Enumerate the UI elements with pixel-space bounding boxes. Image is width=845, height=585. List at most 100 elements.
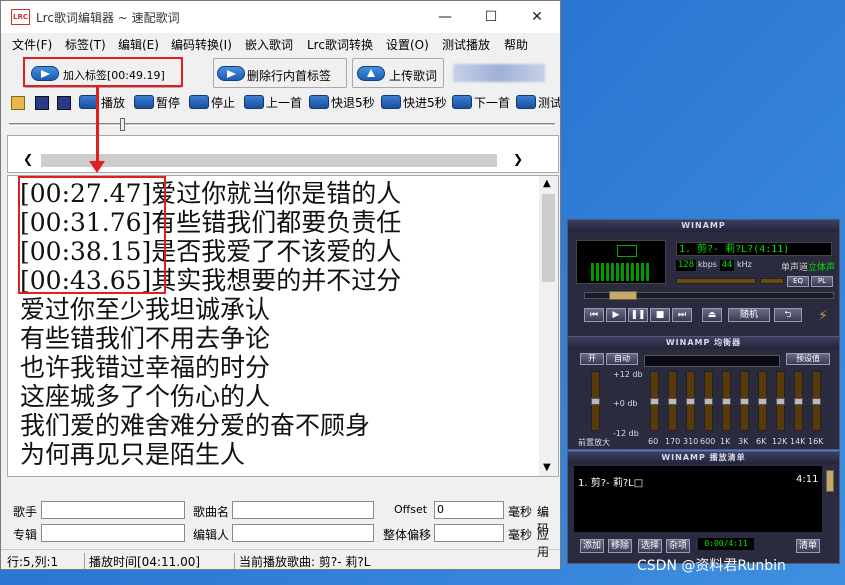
editor-field[interactable]	[232, 524, 374, 542]
eq-band-slider[interactable]	[740, 371, 749, 431]
save-as-icon[interactable]	[57, 96, 71, 110]
delete-tag-button[interactable]: 删除行内首标签	[213, 58, 347, 88]
menu-help[interactable]: 帮助	[504, 36, 528, 53]
eq-band-slider[interactable]	[812, 371, 821, 431]
playlist-area[interactable]: 1. 剪?- 莉?L□ 4:11	[574, 466, 822, 532]
preamp-label: 前置放大	[578, 438, 610, 447]
menu-edit[interactable]: 编辑(E)	[118, 36, 159, 53]
eq-band-label: 1K	[720, 437, 731, 446]
upload-lyrics-button[interactable]: 上传歌词	[352, 58, 444, 88]
overall-offset-label: 整体偏移	[383, 528, 432, 542]
vertical-scroll-thumb[interactable]	[542, 194, 555, 282]
menu-file[interactable]: 文件(F)	[12, 36, 52, 53]
eq-band-slider[interactable]	[668, 371, 677, 431]
lyric-line[interactable]: 这座城多了个伤心的人	[20, 382, 270, 411]
overall-offset-field[interactable]	[434, 524, 504, 542]
playlist-select-button[interactable]: 选择	[638, 539, 662, 553]
eq-band-slider[interactable]	[758, 371, 767, 431]
eq-band-slider[interactable]	[650, 371, 659, 431]
playlist-counter: 0:00/4:11	[698, 538, 754, 550]
stop-button[interactable]: 停止	[189, 94, 235, 112]
horizontal-scroll-thumb[interactable]	[41, 154, 497, 167]
maximize-button[interactable]: ☐	[468, 1, 514, 33]
repeat-button[interactable]: ⮌	[774, 308, 802, 322]
winamp-play-button[interactable]: ▶	[606, 308, 626, 322]
playlist-item[interactable]: 1. 剪?- 莉?L□	[578, 474, 643, 489]
annotation-arrow-line	[96, 87, 99, 162]
rewind-button[interactable]: 快退5秒	[309, 94, 375, 112]
menu-lrc-convert[interactable]: Lrc歌词转换	[307, 36, 373, 53]
winamp-next-button[interactable]: ⏭	[672, 308, 692, 322]
play-button[interactable]: 播放	[79, 94, 125, 112]
lyric-line[interactable]: 为何再见只是陌生人	[20, 440, 245, 469]
winamp-prev-button[interactable]: ⏮	[584, 308, 604, 322]
balance-slider[interactable]	[760, 278, 784, 284]
song-field[interactable]	[232, 501, 374, 519]
close-button[interactable]: ✕	[514, 1, 560, 33]
seek-slider[interactable]	[9, 118, 555, 132]
save-icon[interactable]	[35, 96, 49, 110]
next-button[interactable]: 下一首	[452, 94, 510, 112]
menu-settings[interactable]: 设置(O)	[386, 36, 429, 53]
menu-embed[interactable]: 嵌入歌词	[245, 36, 293, 53]
eq-band-slider[interactable]	[686, 371, 695, 431]
winamp-stop-button[interactable]: ■	[650, 308, 670, 322]
shuffle-button[interactable]: 随机	[728, 308, 770, 322]
menu-test-play[interactable]: 测试播放	[442, 36, 490, 53]
winamp-seek-bar[interactable]	[584, 291, 834, 300]
winamp-seek-thumb[interactable]	[609, 291, 637, 300]
eq-band-slider[interactable]	[704, 371, 713, 431]
winamp-eject-button[interactable]: ⏏	[702, 308, 722, 322]
album-field[interactable]	[41, 524, 185, 542]
title-bar[interactable]: LRC Lrc歌词编辑器 ~ 速配歌词 — ☐ ✕	[1, 1, 560, 33]
winamp-logo-icon[interactable]: ⚡	[818, 308, 828, 324]
open-folder-icon[interactable]	[11, 96, 25, 110]
eq-band-slider[interactable]	[776, 371, 785, 431]
lyric-line[interactable]: 有些错我们不用去争论	[20, 324, 270, 353]
prev-icon	[244, 95, 264, 109]
eq-band-slider[interactable]	[722, 371, 731, 431]
playlist-add-button[interactable]: 添加	[580, 539, 604, 553]
eq-on-button[interactable]: 开	[580, 353, 604, 365]
lyric-line[interactable]: 爱过你至少我坦诚承认	[20, 295, 270, 324]
minimize-button[interactable]: —	[422, 1, 468, 33]
scroll-right-icon[interactable]: ❯	[513, 152, 523, 166]
playlist-misc-button[interactable]: 杂项	[666, 539, 690, 553]
pause-button[interactable]: 暂停	[134, 94, 180, 112]
singer-field[interactable]	[41, 501, 185, 519]
kbps-label: kbps	[698, 260, 717, 269]
winamp-pause-button[interactable]: ❚❚	[628, 308, 648, 322]
playlist-title[interactable]: WINAMP 播放清单	[568, 452, 839, 464]
eq-title[interactable]: WINAMP 均衡器	[568, 337, 839, 349]
scroll-left-icon[interactable]: ❮	[23, 152, 33, 166]
eq-presets-button[interactable]: 预设值	[786, 353, 830, 365]
mono-label: 单声道	[781, 263, 809, 273]
forward-button[interactable]: 快进5秒	[381, 94, 447, 112]
preamp-slider[interactable]	[591, 371, 600, 431]
offset-field[interactable]: 0	[434, 501, 504, 519]
spectrum-bars	[591, 263, 651, 281]
eq-auto-button[interactable]: 自动	[606, 353, 638, 365]
prev-button[interactable]: 上一首	[244, 94, 302, 112]
playlist-remove-button[interactable]: 移除	[608, 539, 632, 553]
volume-slider[interactable]	[676, 278, 756, 284]
vertical-scrollbar[interactable]: ▲ ▼	[539, 176, 558, 476]
timestamp-highlight-box	[18, 176, 166, 294]
menu-encoding[interactable]: 编码转换(I)	[171, 36, 232, 53]
singer-label: 歌手	[13, 505, 38, 519]
pl-toggle-button[interactable]: PL	[811, 276, 833, 287]
lyric-line[interactable]: 我们爱的难舍难分爱的奋不顾身	[20, 411, 370, 440]
lrc-editor-window: LRC Lrc歌词编辑器 ~ 速配歌词 — ☐ ✕ 文件(F) 标签(T) 编辑…	[0, 0, 561, 570]
test-button[interactable]: 测试	[516, 94, 560, 112]
playlist-list-button[interactable]: 清单	[796, 539, 820, 553]
eq-toggle-button[interactable]: EQ	[787, 276, 809, 287]
eq-band-slider[interactable]	[794, 371, 803, 431]
lyric-line[interactable]: 也许我错过幸福的时分	[20, 353, 270, 382]
eq-minus-label: -12 db	[613, 429, 639, 438]
menu-tag[interactable]: 标签(T)	[65, 36, 106, 53]
scroll-down-icon[interactable]: ▼	[543, 462, 551, 473]
playlist-scroll-thumb[interactable]	[826, 470, 834, 492]
seek-thumb[interactable]	[120, 118, 125, 131]
scroll-up-icon[interactable]: ▲	[543, 178, 551, 189]
winamp-title[interactable]: WINAMP	[568, 220, 839, 232]
